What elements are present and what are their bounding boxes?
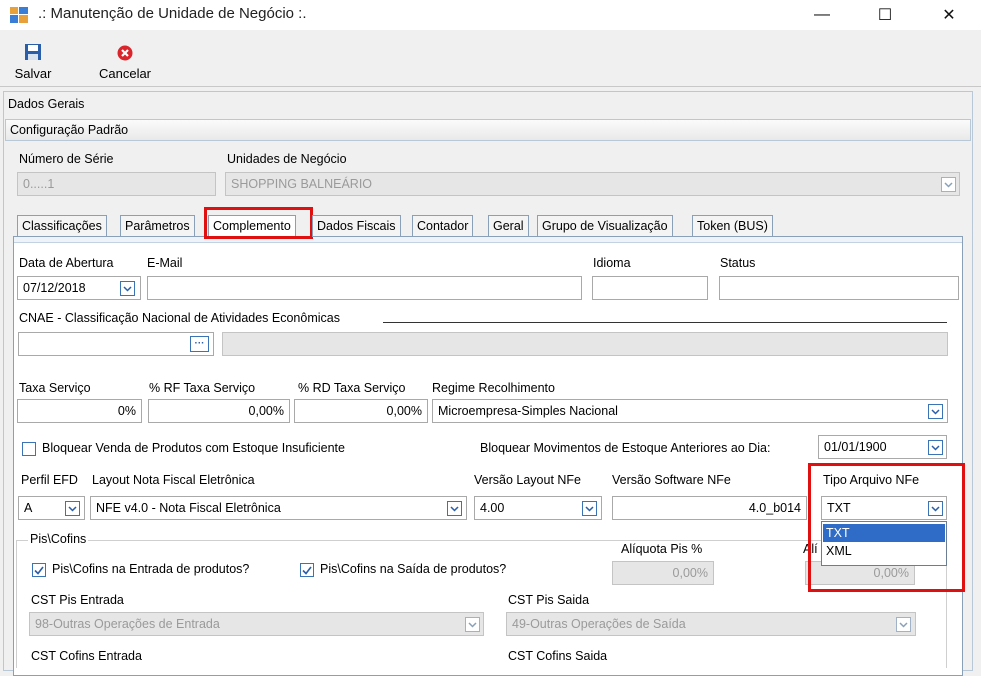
section-general: Dados Gerais xyxy=(8,97,85,111)
cancel-button[interactable]: Cancelar xyxy=(88,32,162,84)
email-label: E-Mail xyxy=(147,256,183,270)
block-movements-label: Bloquear Movimentos de Estoque Anteriore… xyxy=(480,441,771,455)
cnae-label: CNAE - Classificação Nacional de Ativida… xyxy=(19,311,340,325)
nfe-layout-dropdown-button[interactable] xyxy=(447,501,462,516)
nfe-software-version-field[interactable]: 4.0_b014 xyxy=(612,496,807,520)
ellipsis-icon: ··· xyxy=(194,338,205,349)
pis-cofins-group-label: Pis\Cofins xyxy=(28,532,89,546)
checkmark-icon xyxy=(302,566,312,575)
business-units-select[interactable]: SHOPPING BALNEÁRIO xyxy=(225,172,960,196)
tab-grupo-visualizacao[interactable]: Grupo de Visualização xyxy=(537,215,673,237)
language-label: Idioma xyxy=(593,256,631,270)
tax-regime-select[interactable]: Microempresa-Simples Nacional xyxy=(432,399,948,423)
block-sales-label: Bloquear Venda de Produtos com Estoque I… xyxy=(42,441,345,455)
tax-regime-dropdown-button[interactable] xyxy=(928,404,943,419)
rf-fee-label: % RF Taxa Serviço xyxy=(149,381,256,395)
tab-panel-top-strip xyxy=(14,237,962,243)
close-window-button[interactable]: ✕ xyxy=(926,0,972,30)
nfe-layout-select[interactable]: NFE v4.0 - Nota Fiscal Eletrônica xyxy=(90,496,467,520)
rd-fee-label: % RD Taxa Serviço xyxy=(298,381,406,395)
chevron-down-icon xyxy=(123,285,132,292)
minimize-button[interactable]: — xyxy=(799,0,845,30)
cnae-code-field[interactable] xyxy=(18,332,214,356)
service-fee-label: Taxa Serviço xyxy=(19,381,91,395)
nfe-layout-version-label: Versão Layout NFe xyxy=(474,473,582,487)
business-units-dropdown-button[interactable] xyxy=(941,177,956,192)
cst-pis-exit-select[interactable]: 49-Outras Operações de Saída xyxy=(506,612,916,636)
pis-rate-field[interactable]: 0,00% xyxy=(612,561,714,585)
tab-classificacoes[interactable]: Classificações xyxy=(17,215,107,237)
email-field[interactable] xyxy=(147,276,582,300)
tab-geral[interactable]: Geral xyxy=(488,215,529,237)
section-default-config: Configuração Padrão xyxy=(5,119,971,141)
cst-pis-exit-label: CST Pis Saida xyxy=(508,593,590,607)
opening-date-label: Data de Abertura xyxy=(19,256,114,270)
rd-fee-field[interactable]: 0,00% xyxy=(294,399,428,423)
cst-cofins-exit-label: CST Cofins Saida xyxy=(508,649,608,663)
tab-dados-fiscais[interactable]: Dados Fiscais xyxy=(312,215,401,237)
pis-cofins-entry-checkbox[interactable] xyxy=(32,563,46,577)
chevron-down-icon xyxy=(68,505,77,512)
maximize-icon: ☐ xyxy=(877,7,893,24)
pis-cofins-exit-checkbox[interactable] xyxy=(300,563,314,577)
tax-regime-label: Regime Recolhimento xyxy=(432,381,555,395)
cst-pis-entry-label: CST Pis Entrada xyxy=(31,593,124,607)
block-sales-checkbox[interactable] xyxy=(22,442,36,456)
highlight-tab-complemento xyxy=(204,207,313,239)
tab-contador[interactable]: Contador xyxy=(412,215,474,237)
cst-pis-entry-select[interactable]: 98-Outras Operações de Entrada xyxy=(29,612,484,636)
save-label: Salvar xyxy=(14,66,52,81)
nfe-layout-label: Layout Nota Fiscal Eletrônica xyxy=(92,473,255,487)
serial-number-field[interactable]: 0.....1 xyxy=(17,172,216,196)
window-title: .: Manutenção de Unidade de Negócio :. xyxy=(38,5,307,22)
rf-fee-field[interactable]: 0,00% xyxy=(148,399,290,423)
pis-cofins-exit-label: Pis\Cofins na Saída de produtos? xyxy=(320,562,507,576)
cnae-description-field xyxy=(222,332,948,356)
service-fee-field[interactable]: 0% xyxy=(17,399,142,423)
close-icon: ✕ xyxy=(942,7,956,24)
app-icon xyxy=(10,7,28,23)
cnae-divider xyxy=(383,322,947,323)
nfe-layout-version-dropdown-button[interactable] xyxy=(582,501,597,516)
tab-parametros[interactable]: Parâmetros xyxy=(120,215,195,237)
serial-number-label: Número de Série xyxy=(19,152,114,166)
pis-cofins-entry-label: Pis\Cofins na Entrada de produtos? xyxy=(52,562,250,576)
pis-rate-label: Alíquota Pis % xyxy=(621,542,703,556)
maximize-button[interactable]: ☐ xyxy=(862,0,908,30)
tab-token-bus[interactable]: Token (BUS) xyxy=(692,215,773,237)
chevron-down-icon xyxy=(468,621,477,628)
language-field[interactable] xyxy=(592,276,708,300)
block-movements-dropdown-button[interactable] xyxy=(928,440,943,455)
chevron-down-icon xyxy=(450,505,459,512)
cst-cofins-entry-label: CST Cofins Entrada xyxy=(31,649,142,663)
cst-pis-exit-dropdown-button[interactable] xyxy=(896,617,911,632)
business-units-label: Unidades de Negócio xyxy=(227,152,347,166)
efd-profile-dropdown-button[interactable] xyxy=(65,501,80,516)
nfe-software-version-label: Versão Software NFe xyxy=(612,473,731,487)
status-field[interactable] xyxy=(719,276,959,300)
chevron-down-icon xyxy=(931,408,940,415)
chevron-down-icon xyxy=(944,181,953,188)
cnae-search-button[interactable]: ··· xyxy=(190,336,209,352)
chevron-down-icon xyxy=(931,444,940,451)
efd-profile-label: Perfil EFD xyxy=(21,473,78,487)
cst-pis-entry-dropdown-button[interactable] xyxy=(465,617,480,632)
opening-date-dropdown-button[interactable] xyxy=(120,281,135,296)
checkmark-icon xyxy=(34,566,44,575)
cancel-icon xyxy=(117,45,133,61)
chevron-down-icon xyxy=(585,505,594,512)
floppy-disk-icon xyxy=(25,44,41,60)
status-label: Status xyxy=(720,256,756,270)
cancel-label: Cancelar xyxy=(98,66,152,81)
minimize-icon: — xyxy=(814,6,830,23)
save-button[interactable]: Salvar xyxy=(8,32,58,84)
highlight-nfe-file-type xyxy=(808,463,965,592)
chevron-down-icon xyxy=(899,621,908,628)
